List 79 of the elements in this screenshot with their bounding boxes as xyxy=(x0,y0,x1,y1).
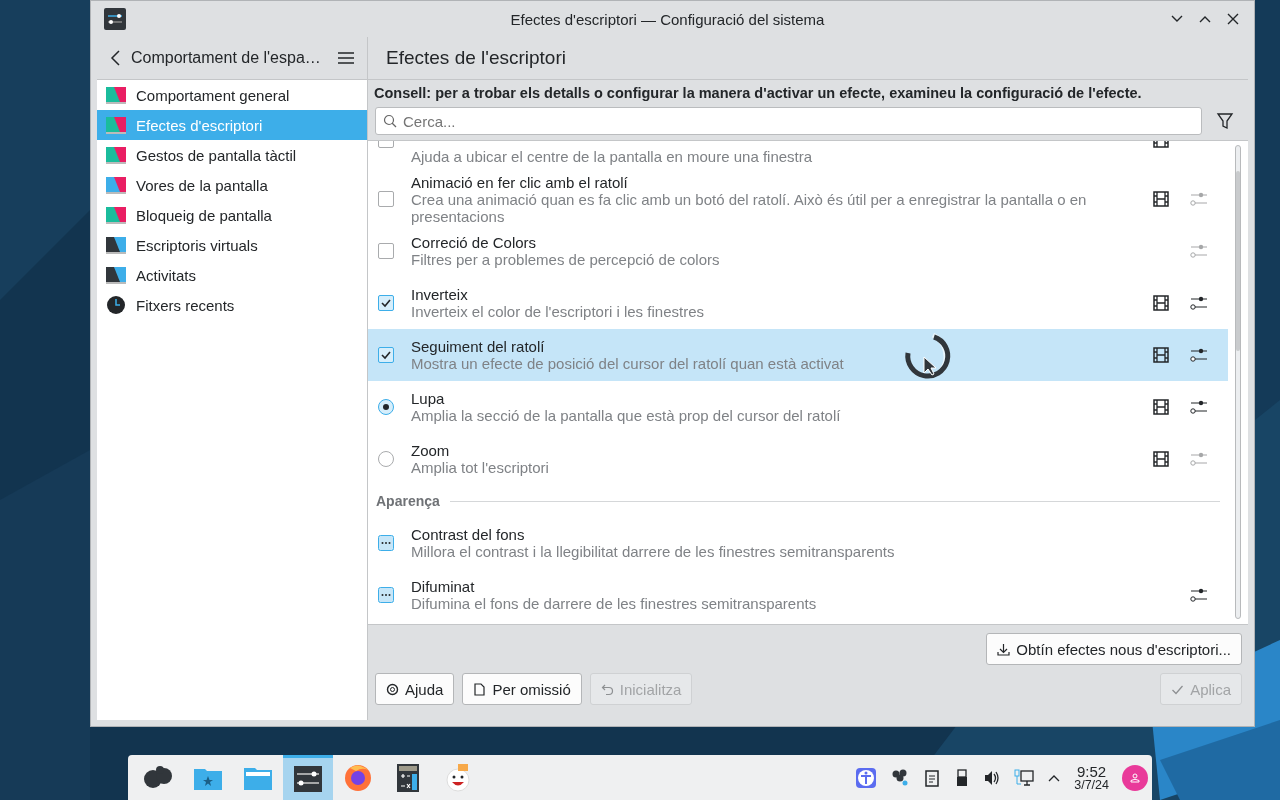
accessibility-icon[interactable] xyxy=(855,766,878,789)
category-icon xyxy=(106,265,126,285)
effect-description: Amplia la secció de la pantalla que està prop del cursor del ratolí xyxy=(411,407,842,424)
effect-title: Difuminat xyxy=(411,578,476,595)
effect-description: Ajuda a ubicar el centre de la pantalla en moure una finestra xyxy=(411,148,814,165)
hint-text: Consell: per a trobar els detalls o configurar la manera d'activar un efecte, examineu la configuració de l'efecte. xyxy=(374,85,1142,101)
effect-title: Correció de Colors xyxy=(411,234,538,251)
search-icon xyxy=(383,114,397,128)
sidebar-item[interactable]: Gestos de pantalla tàctil xyxy=(97,140,367,170)
back-icon[interactable] xyxy=(109,49,123,67)
clock-date: 3/7/24 xyxy=(1074,778,1109,792)
sidebar-title: Comportament de l'espa… xyxy=(131,49,322,67)
category-icon xyxy=(106,115,126,135)
configure-icon[interactable] xyxy=(1190,399,1208,415)
configure-icon[interactable] xyxy=(1190,295,1208,311)
configure-icon[interactable] xyxy=(1190,347,1208,363)
checkbox[interactable] xyxy=(378,295,394,311)
scrollbar-thumb[interactable] xyxy=(1236,171,1240,351)
category-icon xyxy=(106,145,126,165)
page-title: Efectes de l'escriptori xyxy=(386,47,566,69)
help-button[interactable]: Ajuda xyxy=(375,673,455,705)
video-icon[interactable] xyxy=(1153,399,1169,415)
effect-title: Inverteix xyxy=(411,286,469,303)
taskbar-app[interactable] xyxy=(283,755,333,800)
menu-icon[interactable] xyxy=(337,51,355,65)
window-title: Efectes d'escriptori — Configuració del sistema xyxy=(510,10,825,28)
video-icon[interactable] xyxy=(1153,347,1169,363)
effect-description: Amplia tot l'escriptori xyxy=(411,459,550,476)
effect-title: Seguiment del ratolí xyxy=(411,338,546,355)
more-button[interactable] xyxy=(378,587,394,603)
effect-description: Inverteix el color de l'escriptori i les finestres xyxy=(411,303,705,320)
lifebuoy-icon xyxy=(386,682,399,696)
settings-icon xyxy=(104,8,126,30)
radio-button[interactable] xyxy=(378,399,394,415)
effect-description: Mostra un efecte de posició del cursor del ratolí quan està activat xyxy=(411,355,845,372)
settings-icon xyxy=(292,763,324,795)
user-avatar-icon[interactable] xyxy=(1122,764,1148,791)
effect-title: Contrast del fons xyxy=(411,526,526,543)
configure-icon[interactable] xyxy=(1190,587,1208,603)
clock-time: 9:52 xyxy=(1077,763,1107,779)
sidebar-item[interactable]: Fitxers recents xyxy=(97,290,367,320)
clipboard-icon[interactable] xyxy=(923,768,942,787)
radio-button[interactable] xyxy=(378,451,394,467)
checkbox[interactable] xyxy=(378,243,394,259)
close-icon[interactable] xyxy=(1225,11,1241,27)
undo-icon xyxy=(600,682,614,696)
section-heading: Aparença xyxy=(376,493,440,509)
category-icon xyxy=(106,295,126,315)
sidebar-item[interactable]: Comportament general xyxy=(97,80,367,110)
selected-row[interactable]: Seguiment del ratolí Mostra un efecte de posició del cursor del ratolí quan està activat xyxy=(368,329,1228,381)
sidebar-item[interactable]: Activitats xyxy=(97,260,367,290)
scrollbar[interactable] xyxy=(1235,145,1241,619)
sidebar-item[interactable]: Vores de la pantalla xyxy=(97,170,367,200)
effect-description: Millora el contrast i la llegibilitat darrere de les finestres semitransparents xyxy=(411,543,896,560)
effect-title: Animació en fer clic amb el ratolí xyxy=(411,173,629,191)
document-icon xyxy=(473,682,487,696)
search-field[interactable]: Cerca... xyxy=(375,107,1202,135)
checkbox[interactable] xyxy=(378,347,394,363)
video-icon[interactable] xyxy=(1153,191,1169,207)
effect-title: Lupa xyxy=(411,390,446,407)
effect-description: Crea una animació quan es fa clic amb un botó del ratolí. Això és útil per a enregistrar la pantalla o en presentacions xyxy=(411,190,1088,225)
effect-title: Zoom xyxy=(411,442,451,459)
get-new-effects-button[interactable]: Obtín efectes nous d'escriptori... xyxy=(986,633,1242,665)
sidebar-item[interactable]: Escriptoris virtuals xyxy=(97,230,367,260)
video-icon[interactable] xyxy=(1153,451,1169,467)
checkbox[interactable] xyxy=(378,191,394,207)
category-icon xyxy=(106,175,126,195)
more-button[interactable] xyxy=(378,535,394,551)
category-icon xyxy=(106,205,126,225)
defaults-button[interactable]: Per omissió xyxy=(462,673,582,705)
category-icon xyxy=(106,235,126,255)
filter-icon[interactable] xyxy=(1216,112,1234,130)
effect-description: Filtres per a problemes de percepció de colors xyxy=(411,251,721,268)
video-icon[interactable] xyxy=(1153,295,1169,311)
category-icon xyxy=(106,85,126,105)
effect-description: Difumina el fons de darrere de les finestres semitransparents xyxy=(411,595,818,612)
network-icon[interactable] xyxy=(1014,768,1035,787)
sidebar-item[interactable]: Bloqueig de pantalla xyxy=(97,200,367,230)
download-icon xyxy=(997,642,1011,656)
